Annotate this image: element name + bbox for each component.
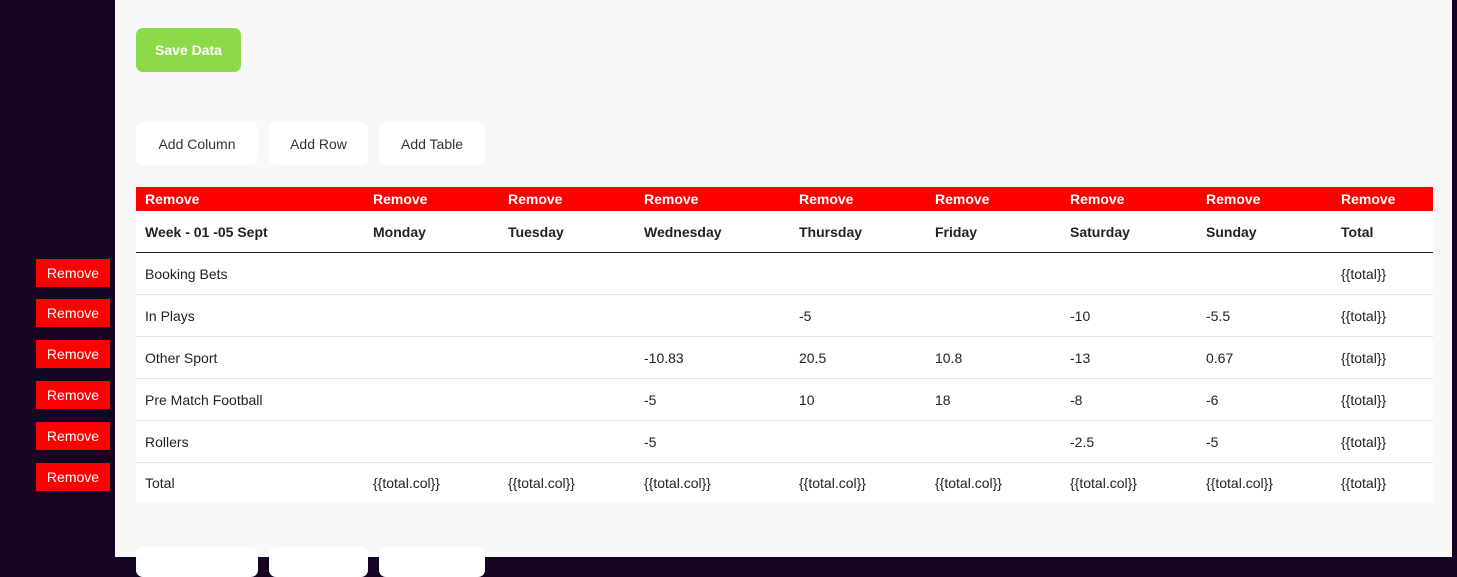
table-cell[interactable] xyxy=(364,295,499,336)
table-cell[interactable] xyxy=(364,253,499,294)
remove-row-button[interactable]: Remove xyxy=(36,381,110,409)
add-row-button-next-table[interactable] xyxy=(269,547,368,577)
add-column-button-next-table[interactable] xyxy=(136,547,258,577)
table-cell[interactable] xyxy=(499,379,635,420)
table-cell[interactable] xyxy=(926,253,1061,294)
table-cell[interactable] xyxy=(364,337,499,378)
table-cell[interactable]: {{total.col}} xyxy=(1061,463,1197,502)
table-cell[interactable]: -5 xyxy=(1197,421,1332,462)
table-cell[interactable]: 10.8 xyxy=(926,337,1061,378)
remove-column-button[interactable]: Remove xyxy=(364,187,499,211)
table-cell[interactable] xyxy=(499,421,635,462)
remove-column-button[interactable]: Remove xyxy=(790,187,926,211)
table-cell[interactable] xyxy=(790,421,926,462)
table-cell[interactable]: Pre Match Football xyxy=(136,379,364,420)
table-cell[interactable]: In Plays xyxy=(136,295,364,336)
table-cell[interactable]: -6 xyxy=(1197,379,1332,420)
table-cell[interactable]: Total xyxy=(136,463,364,502)
table-row: Other Sport -10.83 20.5 10.8 -13 0.67 {{… xyxy=(136,337,1433,379)
table-cell[interactable]: -10.83 xyxy=(635,337,790,378)
main-panel: Save Data Add Column Add Row Add Table R… xyxy=(115,0,1452,577)
table-cell[interactable]: {{total}} xyxy=(1332,253,1423,294)
table-cell[interactable]: Booking Bets xyxy=(136,253,364,294)
table-cell[interactable]: {{total.col}} xyxy=(790,463,926,502)
column-header[interactable]: Tuesday xyxy=(499,211,635,252)
remove-row-button[interactable]: Remove xyxy=(36,259,110,287)
table-cell[interactable]: {{total}} xyxy=(1332,337,1423,378)
table-cell[interactable]: {{total}} xyxy=(1332,421,1423,462)
table-cell[interactable]: {{total.col}} xyxy=(635,463,790,502)
table-cell[interactable] xyxy=(499,337,635,378)
remove-column-row: Remove Remove Remove Remove Remove Remov… xyxy=(136,187,1433,211)
column-header[interactable]: Week - 01 -05 Sept xyxy=(136,211,364,252)
table-cell[interactable] xyxy=(364,379,499,420)
table-row: Pre Match Football -5 10 18 -8 -6 {{tota… xyxy=(136,379,1433,421)
column-header[interactable]: Thursday xyxy=(790,211,926,252)
table-cell[interactable]: 10 xyxy=(790,379,926,420)
table-cell[interactable]: {{total.col}} xyxy=(1197,463,1332,502)
table-cell[interactable]: Rollers xyxy=(136,421,364,462)
remove-column-button[interactable]: Remove xyxy=(1197,187,1332,211)
table-cell[interactable] xyxy=(926,295,1061,336)
table-cell[interactable]: {{total}} xyxy=(1332,379,1423,420)
column-header[interactable]: Sunday xyxy=(1197,211,1332,252)
table-cell[interactable] xyxy=(499,253,635,294)
table-header-row: Week - 01 -05 Sept Monday Tuesday Wednes… xyxy=(136,211,1433,253)
add-table-button-next-table[interactable] xyxy=(379,547,485,577)
table-cell[interactable]: 20.5 xyxy=(790,337,926,378)
table-cell[interactable]: Other Sport xyxy=(136,337,364,378)
column-header[interactable]: Saturday xyxy=(1061,211,1197,252)
table-cell[interactable]: {{total.col}} xyxy=(499,463,635,502)
remove-column-button[interactable]: Remove xyxy=(1332,187,1423,211)
column-header[interactable]: Wednesday xyxy=(635,211,790,252)
table-cell[interactable]: 0.67 xyxy=(1197,337,1332,378)
table-cell[interactable] xyxy=(499,295,635,336)
table-cell[interactable] xyxy=(1197,253,1332,294)
table-row: Booking Bets {{total}} xyxy=(136,253,1433,295)
table-cell[interactable]: -2.5 xyxy=(1061,421,1197,462)
table-cell[interactable]: {{total}} xyxy=(1332,295,1423,336)
remove-column-button[interactable]: Remove xyxy=(136,187,364,211)
column-header[interactable]: Monday xyxy=(364,211,499,252)
table-cell[interactable] xyxy=(790,253,926,294)
table-cell[interactable] xyxy=(364,421,499,462)
table-cell[interactable]: -8 xyxy=(1061,379,1197,420)
remove-column-button[interactable]: Remove xyxy=(635,187,790,211)
remove-row-button[interactable]: Remove xyxy=(36,463,110,491)
table-cell[interactable] xyxy=(926,421,1061,462)
add-column-button[interactable]: Add Column xyxy=(136,122,258,165)
remove-row-button[interactable]: Remove xyxy=(36,422,110,450)
window-edge xyxy=(1452,0,1457,557)
column-header[interactable]: Total xyxy=(1332,211,1423,252)
table-row: Rollers -5 -2.5 -5 {{total}} xyxy=(136,421,1433,463)
table-cell[interactable]: 18 xyxy=(926,379,1061,420)
column-header[interactable]: Friday xyxy=(926,211,1061,252)
table-cell[interactable] xyxy=(635,253,790,294)
table-cell[interactable]: {{total}} xyxy=(1332,463,1423,502)
table-cell[interactable]: -5 xyxy=(635,379,790,420)
remove-row-button[interactable]: Remove xyxy=(36,299,110,327)
remove-column-button[interactable]: Remove xyxy=(926,187,1061,211)
save-data-button[interactable]: Save Data xyxy=(136,28,241,72)
table-cell[interactable]: {{total.col}} xyxy=(926,463,1061,502)
table-cell[interactable] xyxy=(635,295,790,336)
remove-column-button[interactable]: Remove xyxy=(499,187,635,211)
remove-row-button[interactable]: Remove xyxy=(36,340,110,368)
table-cell[interactable]: {{total.col}} xyxy=(364,463,499,502)
table-total-row: Total {{total.col}} {{total.col}} {{tota… xyxy=(136,463,1433,502)
table-cell[interactable]: -5 xyxy=(790,295,926,336)
table-cell[interactable]: -13 xyxy=(1061,337,1197,378)
add-row-button[interactable]: Add Row xyxy=(269,122,368,165)
remove-column-button[interactable]: Remove xyxy=(1061,187,1197,211)
table-row: In Plays -5 -10 -5.5 {{total}} xyxy=(136,295,1433,337)
data-table: Remove Remove Remove Remove Remove Remov… xyxy=(136,187,1433,502)
add-table-button[interactable]: Add Table xyxy=(379,122,485,165)
table-cell[interactable] xyxy=(1061,253,1197,294)
table-cell[interactable]: -5 xyxy=(635,421,790,462)
table-cell[interactable]: -5.5 xyxy=(1197,295,1332,336)
table-cell[interactable]: -10 xyxy=(1061,295,1197,336)
